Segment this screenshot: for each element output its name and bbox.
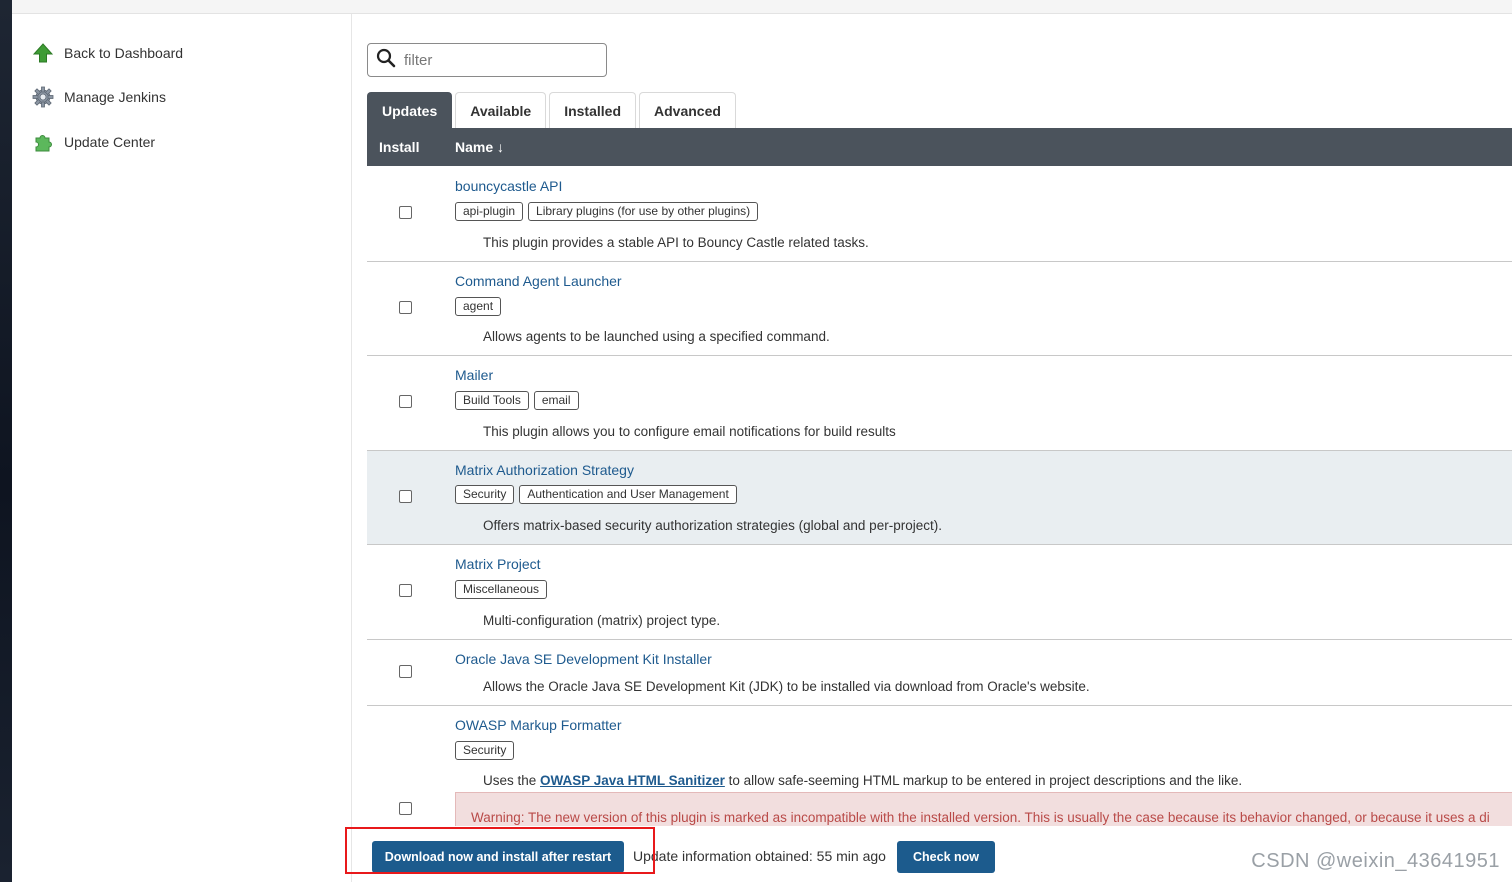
description-text: Uses the — [483, 773, 541, 788]
bottom-action-bar: Download now and install after restart U… — [345, 826, 1512, 882]
install-checkbox[interactable] — [399, 584, 412, 597]
tab-available[interactable]: Available — [455, 92, 547, 128]
plugin-name-link[interactable]: Matrix Authorization Strategy — [455, 462, 634, 478]
table-header: Install Name ↓ — [367, 128, 1512, 166]
gear-icon — [32, 86, 54, 108]
owasp-sanitizer-link[interactable]: OWASP Java HTML Sanitizer — [540, 773, 725, 788]
plugin-tags: Miscellaneous — [455, 580, 552, 599]
sidebar-item-back-to-dashboard[interactable]: Back to Dashboard — [32, 40, 183, 66]
plugin-tabs: Updates Available Installed Advanced — [367, 92, 739, 128]
update-info-text: Update information obtained: 55 min ago — [633, 848, 886, 864]
plugin-name-link[interactable]: Command Agent Launcher — [455, 273, 622, 289]
install-checkbox[interactable] — [399, 490, 412, 503]
up-arrow-icon — [32, 42, 54, 64]
plugin-tags: api-plugin Library plugins (for use by o… — [455, 202, 763, 221]
tab-updates[interactable]: Updates — [367, 92, 453, 128]
filter-input[interactable] — [404, 51, 594, 69]
tab-installed[interactable]: Installed — [549, 92, 636, 128]
table-row: bouncycastle API api-plugin Library plug… — [367, 166, 1512, 262]
plugin-name-link[interactable]: OWASP Markup Formatter — [455, 717, 621, 733]
plugin-name-link[interactable]: Mailer — [455, 367, 493, 383]
plugin-name-link[interactable]: Oracle Java SE Development Kit Installer — [455, 651, 712, 667]
sidebar-item-label: Update Center — [64, 134, 156, 150]
csdn-watermark: CSDN @weixin_43641951 — [1251, 850, 1500, 872]
filter-box — [367, 43, 607, 77]
install-checkbox[interactable] — [399, 395, 412, 408]
sidebar-item-label: Manage Jenkins — [64, 89, 166, 105]
plugin-description: Allows agents to be launched using a spe… — [483, 329, 830, 344]
puzzle-icon — [32, 131, 54, 153]
tab-advanced[interactable]: Advanced — [639, 92, 736, 128]
sidebar-item-update-center[interactable]: Update Center — [32, 129, 155, 155]
column-header-install: Install — [379, 139, 420, 155]
sidebar-item-label: Back to Dashboard — [64, 45, 184, 61]
download-install-after-restart-button[interactable]: Download now and install after restart — [372, 841, 624, 873]
install-checkbox[interactable] — [399, 206, 412, 219]
search-icon — [376, 48, 396, 73]
plugin-tag[interactable]: agent — [455, 297, 502, 316]
plugin-tag[interactable]: api-plugin — [455, 202, 524, 221]
description-text: to allow safe-seeming HTML markup to be … — [724, 773, 1243, 788]
plugin-description: This plugin provides a stable API to Bou… — [483, 235, 869, 250]
plugin-tags: agent — [455, 297, 506, 316]
plugin-tag[interactable]: Security — [455, 741, 515, 760]
plugin-tag[interactable]: Security — [455, 485, 515, 504]
incompatibility-warning: Warning: The new version of this plugin … — [455, 792, 1512, 826]
plugin-description: Allows the Oracle Java SE Development Ki… — [483, 679, 1090, 694]
table-row: Mailer Build Tools email This plugin all… — [367, 356, 1512, 451]
plugin-description: Offers matrix-based security authorizati… — [483, 518, 942, 533]
install-checkbox[interactable] — [399, 301, 412, 314]
table-row: Matrix Project Miscellaneous Multi-confi… — [367, 545, 1512, 640]
check-now-button[interactable]: Check now — [897, 841, 995, 873]
plugin-table: bouncycastle API api-plugin Library plug… — [367, 166, 1512, 826]
table-row: Command Agent Launcher agent Allows agen… — [367, 262, 1512, 356]
table-row: Matrix Authorization Strategy Security A… — [367, 451, 1512, 545]
plugin-tag[interactable]: Build Tools — [455, 391, 529, 410]
plugin-description: This plugin allows you to configure emai… — [483, 424, 896, 439]
sidebar-item-manage-jenkins[interactable]: Manage Jenkins — [32, 84, 166, 110]
sidebar: Back to Dashboard Manage Jenkins Update … — [12, 14, 352, 882]
plugin-name-link[interactable]: Matrix Project — [455, 556, 541, 572]
top-header-strip — [12, 0, 1512, 14]
plugin-description: Uses the OWASP Java HTML Sanitizer to al… — [483, 773, 1242, 788]
plugin-tag[interactable]: email — [533, 391, 579, 410]
install-checkbox[interactable] — [399, 665, 412, 678]
plugin-tags: Security — [455, 741, 519, 760]
column-header-name[interactable]: Name ↓ — [455, 139, 504, 155]
plugin-tags: Security Authentication and User Managem… — [455, 485, 742, 504]
plugin-name-link[interactable]: bouncycastle API — [455, 178, 562, 194]
install-checkbox[interactable] — [399, 802, 412, 815]
plugin-tag[interactable]: Authentication and User Management — [519, 485, 737, 504]
plugin-tag[interactable]: Library plugins (for use by other plugin… — [528, 202, 759, 221]
plugin-description: Multi-configuration (matrix) project typ… — [483, 613, 721, 628]
desktop-edge — [0, 0, 12, 882]
table-row: Oracle Java SE Development Kit Installer… — [367, 640, 1512, 706]
plugin-tag[interactable]: Miscellaneous — [455, 580, 548, 599]
plugin-tags: Build Tools email — [455, 391, 584, 410]
